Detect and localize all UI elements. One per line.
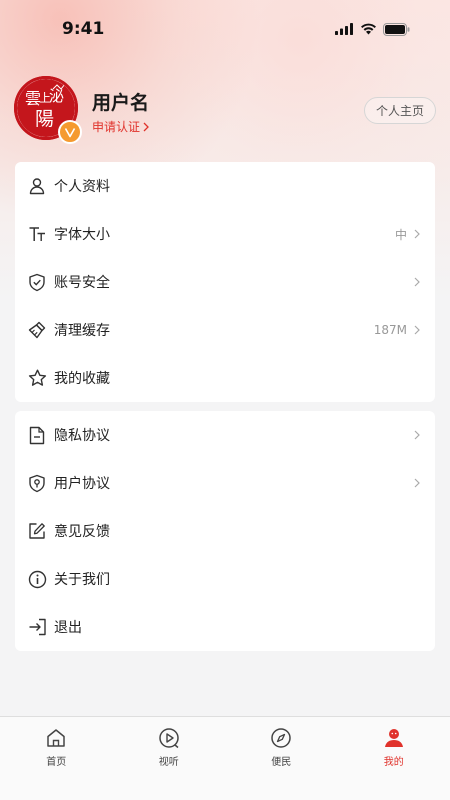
tab-label: 我的 — [383, 757, 404, 768]
play-icon — [159, 728, 179, 749]
menu-item-account-security[interactable]: 账号安全 — [15, 258, 435, 306]
menu-item-label: 退出 — [54, 620, 82, 636]
tab-label: 首页 — [46, 757, 67, 768]
user-icon — [27, 176, 47, 196]
menu-item-logout[interactable]: 退出 — [15, 603, 435, 651]
svg-text:陽: 陽 — [35, 108, 54, 130]
menu-item-privacy-policy[interactable]: 隐私协议 — [15, 411, 435, 459]
battery-icon — [383, 22, 410, 36]
chevron-right-icon — [414, 430, 420, 440]
edit-icon — [27, 521, 47, 541]
personal-homepage-button[interactable]: 个人主页 — [363, 97, 436, 124]
star-icon — [27, 368, 47, 388]
chevron-right-icon — [414, 478, 420, 488]
signal-icon — [335, 23, 353, 35]
menu-item-profile[interactable]: 个人资料 — [15, 162, 435, 210]
menu-item-font-size[interactable]: 字体大小 中 — [15, 210, 435, 258]
status-time: 9:41 — [62, 19, 105, 39]
tab-mine[interactable]: 我的 — [338, 717, 450, 800]
info-icon — [27, 569, 47, 589]
broom-icon — [27, 320, 47, 340]
menu-item-label: 用户协议 — [54, 476, 110, 492]
chevron-right-icon — [414, 229, 420, 239]
menu-item-label: 个人资料 — [54, 179, 110, 195]
shield-check-icon — [27, 272, 47, 292]
logout-icon — [27, 617, 47, 637]
settings-card-2: 隐私协议 用户协议 意见反馈 关于我们 退出 — [15, 411, 435, 651]
menu-item-label: 我的收藏 — [54, 371, 110, 387]
menu-item-about-us[interactable]: 关于我们 — [15, 555, 435, 603]
document-icon — [27, 425, 47, 445]
compass-icon — [271, 728, 291, 748]
tab-home[interactable]: 首页 — [0, 717, 113, 800]
bottom-tab-bar: 首页 视听 便民 我的 — [0, 716, 450, 800]
tab-label: 便民 — [271, 757, 292, 768]
apply-verification-link[interactable]: 申请认证 — [92, 118, 149, 135]
chevron-right-icon — [414, 277, 420, 287]
menu-item-label: 隐私协议 — [54, 428, 110, 444]
profile-header: 雲 上 泌 陽 用户名 申请认证 个人主页 — [14, 76, 436, 146]
wifi-icon — [361, 23, 376, 35]
font-size-value: 中 — [394, 227, 407, 242]
settings-card-1: 个人资料 字体大小 中 账号安全 清理缓存 187M 我的收藏 — [15, 162, 435, 402]
verified-badge — [58, 120, 82, 144]
profile-icon — [384, 729, 403, 747]
menu-item-label: 关于我们 — [54, 572, 110, 588]
username: 用户名 — [92, 92, 150, 114]
cache-size-value: 187M — [373, 323, 407, 337]
menu-item-label: 字体大小 — [54, 227, 110, 243]
menu-item-label: 清理缓存 — [54, 323, 110, 339]
tab-audio-video[interactable]: 视听 — [113, 717, 226, 800]
tab-services[interactable]: 便民 — [225, 717, 338, 800]
menu-item-clear-cache[interactable]: 清理缓存 187M — [15, 306, 435, 354]
menu-item-favorites[interactable]: 我的收藏 — [15, 354, 435, 402]
menu-item-label: 账号安全 — [54, 275, 110, 291]
status-bar: 9:41 — [0, 0, 450, 58]
menu-item-label: 意见反馈 — [54, 524, 110, 540]
verify-label: 申请认证 — [92, 120, 141, 134]
avatar[interactable]: 雲 上 泌 陽 — [14, 76, 82, 144]
menu-item-user-agreement[interactable]: 用户协议 — [15, 459, 435, 507]
checkmark-v-icon — [64, 127, 76, 137]
chevron-right-icon — [414, 325, 420, 335]
tab-label: 视听 — [158, 757, 179, 768]
home-icon — [47, 729, 65, 747]
shield-user-icon — [27, 473, 47, 493]
svg-text:泌: 泌 — [49, 87, 64, 105]
chevron-right-icon — [143, 122, 149, 131]
menu-item-feedback[interactable]: 意见反馈 — [15, 507, 435, 555]
status-icons — [335, 22, 410, 36]
font-size-icon — [27, 224, 47, 244]
